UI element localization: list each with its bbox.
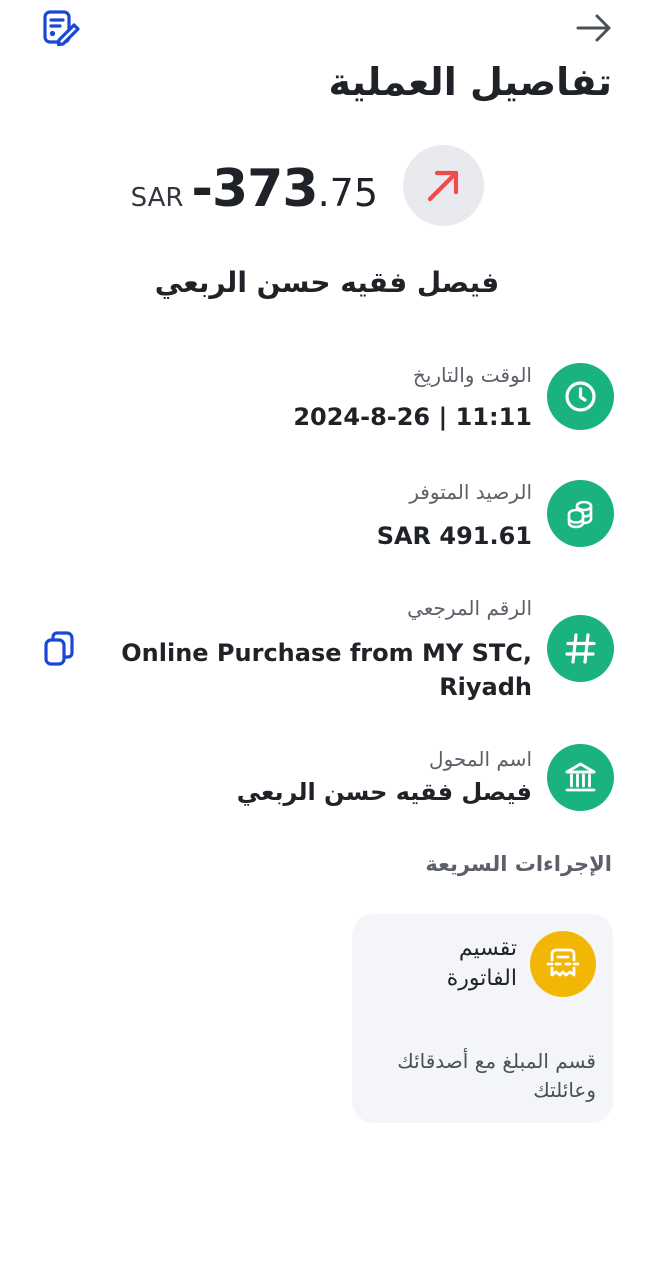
detail-reference-number: الرقم المرجعي Online Purchase from MY ST… [34,596,614,706]
detail-icon-circle [547,615,614,682]
detail-value-line2: Riyadh [439,673,532,701]
detail-value-line1: Online Purchase from MY STC, [121,639,532,667]
split-bill-description: قسم المبلغ مع أصدقائك وعائلتك [397,1049,596,1102]
detail-icon-circle [547,363,614,430]
detail-date-time: الوقت والتاريخ 2024-8-26 | 11:11 [34,363,614,435]
detail-icon-circle [547,744,614,811]
edit-note-icon[interactable] [40,8,80,48]
counterparty-name: فيصل فقيه حسن الربعي [154,266,500,299]
split-bill-title: تقسيم الفاتورة [446,936,517,991]
quick-actions-heading: الإجراءات السريعة [425,852,612,876]
arrow-right-icon[interactable] [572,8,616,48]
detail-label: الرصيد المتوفر [409,480,532,504]
page-title: تفاصيل العملية [328,60,612,104]
detail-value: فيصل فقيه حسن الربعي [236,778,532,806]
top-bar [0,0,654,60]
split-bill-icon [546,948,580,977]
amount-fraction: .75 [317,171,378,215]
detail-label: الرقم المرجعي [407,596,532,620]
detail-value: SAR 491.61 [376,522,532,550]
clock-icon [565,381,596,412]
detail-value: 2024-8-26 | 11:11 [293,403,532,431]
detail-icon-circle [547,480,614,547]
transaction-amount: SAR -373.75 [131,159,378,219]
coins-icon [567,500,593,529]
detail-label: اسم المحول [429,747,532,771]
copy-icon[interactable] [42,630,78,670]
detail-label: الوقت والتاريخ [412,363,532,387]
split-bill-card[interactable]: تقسيم الفاتورة قسم المبلغ مع أصدقائك وعا… [352,914,613,1123]
bank-icon [565,762,596,792]
amount-integer: -373 [191,159,318,219]
arrow-up-right-icon [427,170,459,202]
amount-currency: SAR [130,183,184,213]
detail-available-balance: الرصيد المتوفر SAR 491.61 [34,480,614,552]
split-bill-icon-circle [530,931,596,997]
amount-row: SAR -373.75 [0,145,654,230]
outgoing-indicator [403,145,484,226]
detail-sender-name: اسم المحول فيصل فقيه حسن الربعي [34,744,614,814]
hash-icon [565,633,596,664]
